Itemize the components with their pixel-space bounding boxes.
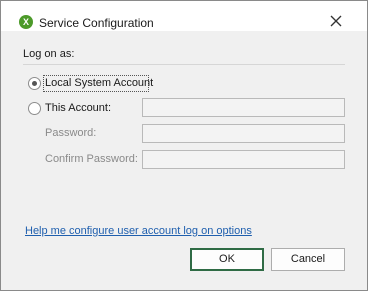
dialog-content: Log on as: Local System Account This Acc… [1, 31, 367, 290]
cancel-button[interactable]: Cancel [271, 248, 345, 271]
this-account-radio[interactable] [28, 102, 41, 115]
logon-group-label: Log on as: [23, 48, 75, 60]
local-system-radio[interactable] [28, 77, 41, 90]
this-account-label[interactable]: This Account: [45, 102, 111, 114]
ok-button[interactable]: OK [190, 248, 264, 271]
service-configuration-dialog: X Service Configuration Log on as: Local… [0, 0, 368, 291]
close-icon[interactable] [324, 9, 348, 33]
title-bar: X Service Configuration [1, 1, 367, 31]
dialog-title: Service Configuration [39, 16, 154, 30]
account-field[interactable] [142, 98, 345, 117]
password-label: Password: [45, 127, 97, 139]
confirm-password-field[interactable] [142, 150, 345, 169]
help-link[interactable]: Help me configure user account log on op… [25, 225, 252, 237]
local-system-label[interactable]: Local System Account [45, 77, 153, 89]
password-field[interactable] [142, 124, 345, 143]
group-divider [23, 64, 345, 65]
confirm-password-label: Confirm Password: [45, 153, 138, 165]
app-logo-icon: X [19, 15, 33, 29]
